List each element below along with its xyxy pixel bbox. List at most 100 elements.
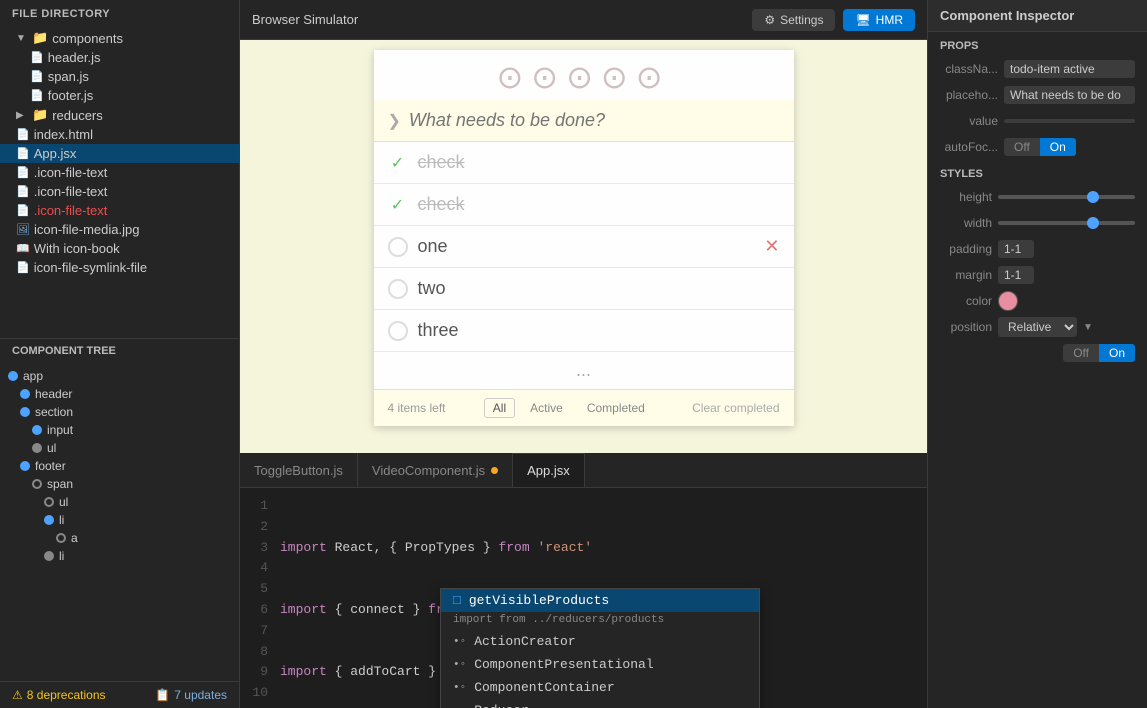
comp-dot [44,497,54,507]
tree-label-red: .icon-file-text [34,203,108,218]
width-slider[interactable] [998,221,1135,225]
tree-item-components[interactable]: ▼ 📁 components [0,28,239,48]
style-row-height: height [928,184,1147,210]
comp-item-ul[interactable]: ul [0,439,239,457]
comp-item-span[interactable]: span [0,475,239,493]
hmr-button[interactable]: 🖥 HMR [843,9,915,31]
toggle-on-btn2[interactable]: On [1099,344,1135,362]
todo-text-done: check [418,152,465,173]
tree-label: index.html [34,127,93,142]
settings-button[interactable]: ⚙ Settings [752,9,835,31]
tree-label: components [52,31,123,46]
tab-videocomponent[interactable]: VideoComponent.js [358,453,513,487]
tree-item-icon-file-media[interactable]: 🖼 icon-file-media.jpg [0,220,239,239]
filter-completed-button[interactable]: Completed [578,398,654,418]
tree-item-icon-file-text-red[interactable]: 📄 .icon-file-text [0,201,239,220]
circle-icon[interactable] [388,237,408,257]
tree-label: reducers [52,108,103,123]
prop-value-value[interactable] [1004,119,1135,123]
tree-item-header-js[interactable]: 📄 header.js [0,48,239,67]
check-icon: ✓ [388,153,408,173]
circle-icon[interactable] [388,279,408,299]
autocomplete-dropdown: □ getVisibleProducts import from ../redu… [440,588,760,708]
tab-label: ToggleButton.js [254,463,343,478]
tree-item-reducers[interactable]: ▶ 📁 reducers [0,105,239,125]
tree-item-span-js[interactable]: 📄 span.js [0,67,239,86]
comp-dot [32,425,42,435]
style-label-padding: padding [940,242,992,256]
comp-dot [32,443,42,453]
todo-item-one: one ✕ [374,226,794,268]
comp-item-li2[interactable]: li [0,547,239,565]
tree-item-icon-book[interactable]: 📖 With icon-book [0,239,239,258]
clear-completed-button[interactable]: Clear completed [692,401,779,415]
height-slider[interactable] [998,195,1135,199]
expand-icon[interactable]: ❯ [388,111,401,131]
comp-label: li [59,549,64,563]
file-tree: ▼ 📁 components 📄 header.js 📄 span.js 📄 f… [0,28,239,338]
margin-value[interactable]: 1-1 [998,266,1034,284]
filter-active-button[interactable]: Active [521,398,572,418]
filter-all-button[interactable]: All [484,398,515,418]
file-directory-header: File Directory [0,0,239,28]
tab-label: VideoComponent.js [372,463,485,478]
comp-item-footer[interactable]: footer [0,457,239,475]
ac-item-selected[interactable]: □ getVisibleProducts [441,589,759,612]
comp-item-app[interactable]: app [0,367,239,385]
delete-icon[interactable]: ✕ [764,236,779,257]
position-select[interactable]: Relative Absolute Fixed Static [998,317,1077,337]
tree-item-footer-js[interactable]: 📄 footer.js [0,86,239,105]
inspector-title: Component Inspector [928,0,1147,32]
chevron-right-icon: ▶ [16,110,28,121]
tree-item-icon-file-text-1[interactable]: 📄 .icon-file-text [0,163,239,182]
style-row-padding: padding 1-1 [928,236,1147,262]
hmr-label: HMR [876,13,903,27]
prop-row-placeholder: placeho... What needs to be do [928,82,1147,108]
comp-item-ul2[interactable]: ul [0,493,239,511]
code-editor[interactable]: 12345 67891011 import React, { PropTypes… [240,488,927,708]
ac-label: ComponentPresentational [474,657,653,672]
prop-value-placeholder[interactable]: What needs to be do [1004,86,1135,104]
tree-item-app-jsx[interactable]: 📄 App.jsx [0,144,239,163]
ac-item-actioncreator[interactable]: •◦ ActionCreator [441,630,759,653]
updates-badge[interactable]: 📋 7 updates [155,688,227,702]
ac-item-reducer[interactable]: •◦ Reducer [441,699,759,708]
toggle-off-button[interactable]: Off [1004,138,1040,156]
tree-item-icon-file-symlink[interactable]: 📄 icon-file-symlink-file [0,258,239,277]
padding-value[interactable]: 1-1 [998,240,1034,258]
top-bar: Browser Simulator ⚙ Settings 🖥 HMR [240,0,927,40]
comp-item-section[interactable]: section [0,403,239,421]
tree-item-icon-file-text-2[interactable]: 📄 .icon-file-text [0,182,239,201]
file-media-icon: 🖼 [16,223,30,236]
folder-icon: 📁 [32,107,48,123]
ac-dot-icon: •◦ [453,636,466,648]
toggle-on-button[interactable]: On [1040,138,1076,156]
comp-item-li[interactable]: li [0,511,239,529]
comp-item-input[interactable]: input [0,421,239,439]
color-swatch[interactable] [998,291,1018,311]
comp-item-a[interactable]: a [0,529,239,547]
comp-label: a [71,531,78,545]
tab-app-jsx[interactable]: App.jsx [513,453,585,487]
comp-dot [8,371,18,381]
sidebar-footer: ⚠ 8 deprecations 📋 7 updates [0,681,239,708]
comp-label: footer [35,459,66,473]
comp-item-header[interactable]: header [0,385,239,403]
file-icon: 📄 [16,261,30,274]
file-icon: 📄 [30,51,44,64]
ac-icon: □ [453,593,461,608]
todo-input[interactable] [409,110,780,131]
ac-item-comp-presentational[interactable]: •◦ ComponentPresentational [441,653,759,676]
tree-item-index-html[interactable]: 📄 index.html [0,125,239,144]
folder-icon: 📁 [32,30,48,46]
circle-icon[interactable] [388,321,408,341]
tab-togglebutton[interactable]: ToggleButton.js [240,453,358,487]
toggle-off-btn2[interactable]: Off [1063,344,1099,362]
style-row-margin: margin 1-1 [928,262,1147,288]
warning-icon: ⚠ [12,688,23,702]
file-icon: 📄 [30,89,44,102]
prop-value-classname[interactable]: todo-item active [1004,60,1135,78]
deprecations-badge[interactable]: ⚠ 8 deprecations [12,688,106,702]
copy-icon: 📋 [155,688,170,702]
ac-item-comp-container[interactable]: •◦ ComponentContainer [441,676,759,699]
